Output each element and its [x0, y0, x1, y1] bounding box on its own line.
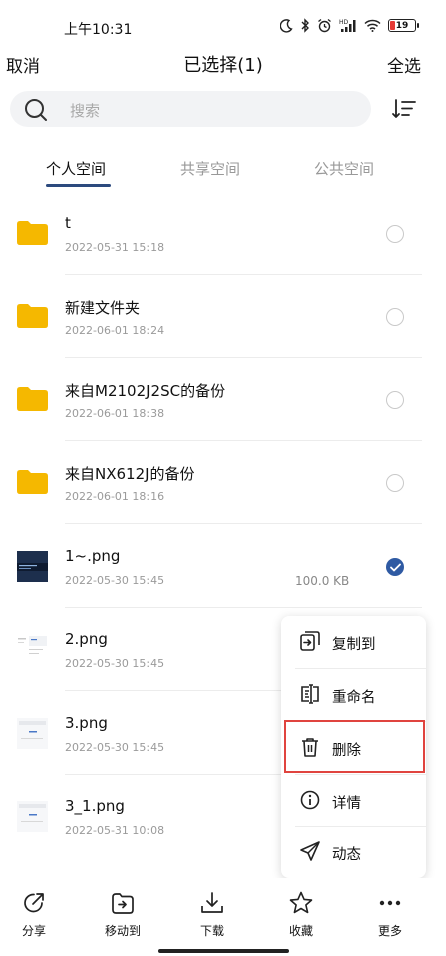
search-placeholder: 搜索	[70, 102, 101, 120]
select-radio-checked[interactable]	[386, 558, 404, 576]
download-icon	[201, 892, 223, 913]
list-item[interactable]: 来自NX612J的备份 2022-06-01 18:16	[0, 441, 446, 524]
home-indicator[interactable]	[158, 949, 289, 953]
menu-item-activity[interactable]: 动态	[281, 826, 426, 878]
favorite-button[interactable]: 收藏	[271, 890, 331, 939]
status-time: 上午10:31	[64, 22, 133, 38]
list-item[interactable]: 来自M2102J2SC的备份 2022-06-01 18:38	[0, 358, 446, 441]
file-date: 2022-06-01 18:16	[65, 490, 165, 503]
sort-icon[interactable]	[391, 96, 417, 122]
select-radio[interactable]	[386, 308, 404, 326]
file-date: 2022-06-01 18:24	[65, 324, 165, 337]
copy-to-icon	[300, 631, 320, 651]
move-to-button[interactable]: 移动到	[93, 890, 153, 939]
folder-icon	[17, 387, 48, 411]
file-name: 来自M2102J2SC的备份	[65, 382, 226, 400]
image-thumbnail	[17, 801, 48, 832]
file-date: 2022-06-01 18:38	[65, 407, 165, 420]
file-name: 3.png	[65, 714, 108, 732]
bottom-toolbar: 分享 移动到 下载 收藏 更多	[0, 878, 446, 956]
file-date: 2022-05-30 15:45	[65, 574, 165, 587]
selection-header: 取消 已选择(1) 全选	[0, 48, 446, 80]
share-button[interactable]: 分享	[4, 890, 64, 939]
move-icon	[112, 893, 134, 914]
battery-percent: 19	[395, 20, 409, 31]
list-item[interactable]: 1~.png 2022-05-30 15:45 100.0 KB	[0, 525, 446, 608]
status-icons: HD 19	[280, 18, 419, 33]
space-tabs: 个人空间 共享空间 公共空间	[0, 148, 446, 192]
folder-icon	[17, 470, 48, 494]
page-title: 已选择(1)	[183, 55, 263, 76]
moon-icon	[280, 18, 293, 33]
search-input[interactable]: 搜索	[10, 91, 371, 127]
select-radio[interactable]	[386, 225, 404, 243]
star-icon	[289, 891, 313, 914]
tab-indicator	[46, 184, 111, 187]
toolbar-label: 更多	[377, 924, 402, 938]
menu-item-copy-to[interactable]: 复制到	[281, 616, 426, 668]
list-item[interactable]: t 2022-05-31 15:18	[0, 192, 446, 275]
tab-personal[interactable]: 个人空间	[46, 158, 106, 179]
menu-label: 动态	[332, 847, 361, 863]
file-name: 2.png	[65, 630, 108, 648]
menu-label: 重命名	[332, 690, 376, 706]
delete-highlight-box	[284, 720, 425, 773]
tab-public[interactable]: 公共空间	[314, 158, 374, 179]
file-name: 来自NX612J的备份	[65, 465, 195, 483]
share-icon	[24, 893, 44, 913]
search-icon	[25, 99, 47, 121]
file-name: 1~.png	[65, 547, 121, 565]
file-date: 2022-05-31 10:08	[65, 824, 165, 837]
info-icon	[300, 790, 320, 810]
file-name: 3_1.png	[65, 797, 125, 815]
download-button[interactable]: 下载	[182, 890, 242, 939]
menu-label: 详情	[332, 796, 361, 812]
file-name: 新建文件夹	[65, 299, 141, 317]
file-date: 2022-05-30 15:45	[65, 657, 165, 670]
check-icon	[389, 563, 401, 571]
select-radio[interactable]	[386, 474, 404, 492]
file-date: 2022-05-30 15:45	[65, 741, 165, 754]
signal-icon: HD	[339, 19, 356, 32]
divider	[65, 523, 422, 524]
select-all-button[interactable]: 全选	[387, 52, 421, 77]
bluetooth-icon	[301, 18, 309, 33]
image-thumbnail	[17, 551, 48, 582]
tab-shared[interactable]: 共享空间	[180, 158, 240, 179]
menu-label: 复制到	[332, 637, 376, 653]
wifi-icon	[364, 19, 381, 32]
more-icon	[379, 900, 401, 906]
file-size: 100.0 KB	[295, 574, 350, 588]
image-thumbnail	[17, 634, 48, 665]
toolbar-label: 移动到	[104, 924, 141, 938]
folder-icon	[17, 304, 48, 328]
image-thumbnail	[17, 718, 48, 749]
alarm-icon	[318, 18, 331, 33]
toolbar-label: 下载	[199, 924, 224, 938]
select-radio[interactable]	[386, 391, 404, 409]
svg-text:HD: HD	[339, 19, 349, 26]
file-name: t	[65, 214, 71, 232]
status-bar: 上午10:31 HD 19	[0, 0, 446, 50]
rename-icon	[301, 684, 319, 704]
list-item[interactable]: 新建文件夹 2022-06-01 18:24	[0, 275, 446, 358]
file-date: 2022-05-31 15:18	[65, 241, 165, 254]
send-icon	[300, 841, 320, 861]
folder-icon	[17, 221, 48, 245]
toolbar-label: 分享	[21, 924, 46, 938]
battery-level	[390, 21, 395, 30]
menu-item-details[interactable]: 详情	[281, 775, 426, 827]
more-button[interactable]: 更多	[360, 890, 420, 939]
battery-icon: 19	[388, 19, 419, 32]
toolbar-label: 收藏	[288, 924, 313, 938]
menu-item-rename[interactable]: 重命名	[281, 669, 426, 721]
